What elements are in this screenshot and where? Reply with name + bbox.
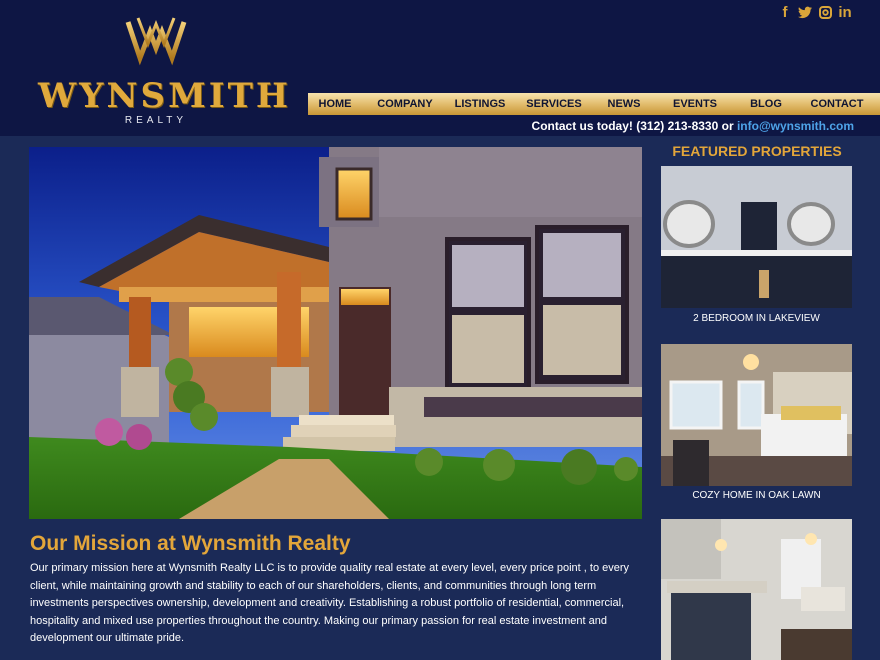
twitter-icon[interactable]	[798, 4, 812, 20]
contact-phone-text: Contact us today! (312) 213-8330 or	[531, 119, 737, 133]
social-links: f in	[778, 4, 852, 21]
nav-item-contact[interactable]: CONTACT	[794, 98, 880, 110]
nav-item-news[interactable]: NEWS	[596, 98, 652, 110]
featured-property-image-2[interactable]	[661, 344, 852, 486]
nav-item-listings[interactable]: LISTINGS	[448, 98, 512, 110]
featured-properties-heading: FEATURED PROPERTIES	[672, 143, 842, 159]
featured-property-caption-2[interactable]: COZY HOME IN OAK LAWN	[661, 490, 852, 501]
contact-line: Contact us today! (312) 213-8330 or info…	[532, 119, 854, 133]
featured-property-image-3[interactable]	[661, 519, 852, 660]
mission-body: Our primary mission here at Wynsmith Rea…	[30, 562, 630, 644]
logo-monogram-icon	[125, 17, 187, 66]
nav-item-services[interactable]: SERVICES	[512, 98, 596, 110]
site-header: WYNSMITH REALTY f in HOME COMPANY LISTIN…	[0, 0, 880, 136]
featured-property-caption-1[interactable]: 2 BEDROOM IN LAKEVIEW	[661, 313, 852, 324]
nav-item-blog[interactable]: BLOG	[738, 98, 794, 110]
linkedin-icon[interactable]: in	[838, 4, 852, 21]
main-nav: HOME COMPANY LISTINGS SERVICES NEWS EVEN…	[308, 93, 880, 115]
site-logo[interactable]: WYNSMITH REALTY	[38, 14, 292, 126]
nav-item-company[interactable]: COMPANY	[362, 98, 448, 110]
contact-email-link[interactable]: info@wynsmith.com	[737, 119, 854, 133]
hero-house-image	[29, 147, 642, 519]
logo-wordmark: WYNSMITH	[38, 76, 292, 116]
featured-property-image-1[interactable]	[661, 166, 852, 308]
nav-item-events[interactable]: EVENTS	[652, 98, 738, 110]
instagram-icon[interactable]	[818, 4, 832, 20]
facebook-icon[interactable]: f	[778, 4, 792, 21]
nav-item-home[interactable]: HOME	[308, 98, 362, 110]
mission-title: Our Mission at Wynsmith Realty	[30, 532, 351, 555]
logo-subtitle: REALTY	[124, 115, 188, 126]
